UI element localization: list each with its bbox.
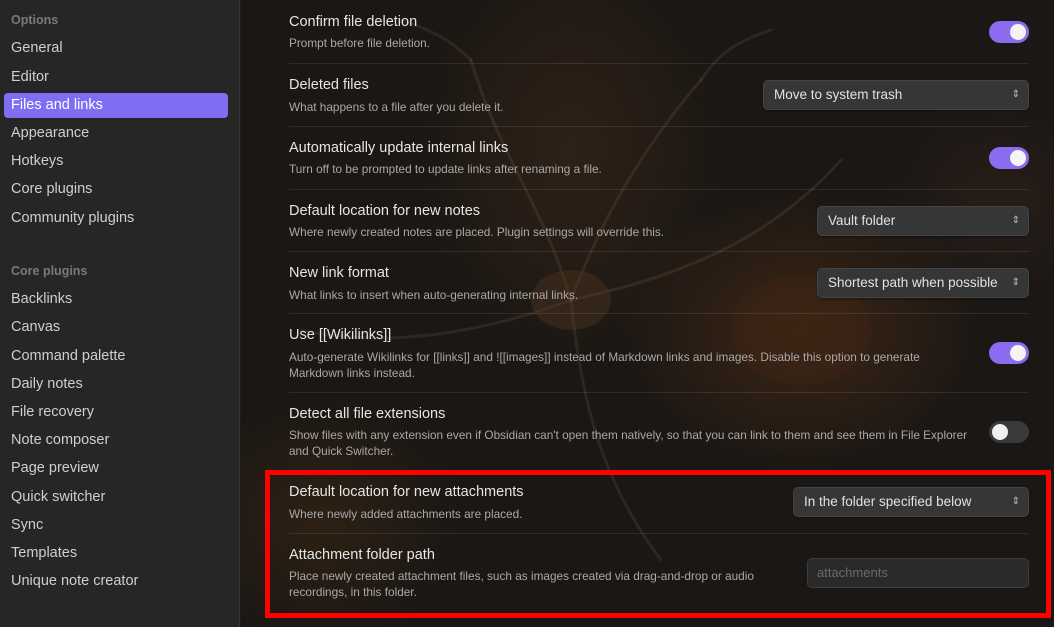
- attachments-location-dropdown[interactable]: In the folder specified below ⇕: [793, 487, 1029, 517]
- setting-detect-extensions: Detect all file extensions Show files wi…: [289, 392, 1029, 471]
- chevron-up-down-icon: ⇕: [1011, 215, 1020, 226]
- detect-extensions-toggle[interactable]: [989, 421, 1029, 443]
- setting-description: What links to insert when auto-generatin…: [289, 288, 579, 302]
- sidebar-item-file-recovery[interactable]: File recovery: [4, 400, 228, 425]
- chevron-up-down-icon: ⇕: [1011, 89, 1020, 100]
- setting-description: Place newly created attachment files, su…: [289, 569, 754, 599]
- setting-attachments-location: Default location for new attachments Whe…: [289, 471, 1029, 533]
- sidebar-item-quick-switcher[interactable]: Quick switcher: [4, 485, 228, 510]
- wikilinks-toggle[interactable]: [989, 342, 1029, 364]
- setting-confirm-file-deletion: Confirm file deletion Prompt before file…: [289, 0, 1029, 63]
- setting-description: Show files with any extension even if Ob…: [289, 428, 968, 458]
- setting-name: Deleted files: [289, 77, 369, 93]
- sidebar-item-community-plugins[interactable]: Community plugins: [4, 206, 228, 231]
- setting-name: Automatically update internal links: [289, 140, 509, 156]
- setting-description: Prompt before file deletion.: [289, 36, 430, 50]
- confirm-deletion-toggle[interactable]: [989, 21, 1029, 43]
- toggle-knob: [1010, 150, 1026, 166]
- setting-name: Confirm file deletion: [289, 14, 418, 30]
- toggle-knob: [1010, 345, 1026, 361]
- setting-description: Turn off to be prompted to update links …: [289, 162, 602, 176]
- toggle-knob: [992, 424, 1008, 440]
- setting-name: Detect all file extensions: [289, 406, 446, 422]
- sidebar-item-note-composer[interactable]: Note composer: [4, 428, 228, 453]
- settings-sidebar: Options General Editor Files and links A…: [0, 0, 240, 627]
- sidebar-item-canvas[interactable]: Canvas: [4, 315, 228, 340]
- dropdown-value: In the folder specified below: [804, 494, 972, 509]
- setting-name: Default location for new attachments: [289, 484, 524, 500]
- attachment-folder-input[interactable]: attachments: [807, 558, 1029, 588]
- setting-description: Where newly created notes are placed. Pl…: [289, 225, 665, 239]
- sidebar-item-hotkeys[interactable]: Hotkeys: [4, 149, 228, 174]
- new-notes-location-dropdown[interactable]: Vault folder ⇕: [817, 206, 1029, 236]
- setting-name: New link format: [289, 265, 389, 281]
- setting-description: Auto-generate Wikilinks for [[links]] an…: [289, 350, 920, 380]
- options-heading: Options: [11, 13, 59, 27]
- link-format-dropdown[interactable]: Shortest path when possible ⇕: [817, 268, 1029, 298]
- sidebar-item-daily-notes[interactable]: Daily notes: [4, 372, 228, 397]
- sidebar-item-files-and-links[interactable]: Files and links: [4, 93, 228, 118]
- sidebar-item-core-plugins[interactable]: Core plugins: [4, 177, 228, 202]
- setting-auto-update-links: Automatically update internal links Turn…: [289, 126, 1029, 189]
- setting-name: Attachment folder path: [289, 547, 435, 563]
- auto-update-links-toggle[interactable]: [989, 147, 1029, 169]
- setting-attachment-folder-path: Attachment folder path Place newly creat…: [289, 533, 1029, 613]
- setting-new-link-format: New link format What links to insert whe…: [289, 251, 1029, 313]
- sidebar-item-editor[interactable]: Editor: [4, 65, 228, 90]
- sidebar-item-sync[interactable]: Sync: [4, 513, 228, 538]
- sidebar-item-unique-note-creator[interactable]: Unique note creator: [4, 569, 228, 594]
- toggle-knob: [1010, 24, 1026, 40]
- setting-deleted-files: Deleted files What happens to a file aft…: [289, 63, 1029, 126]
- sidebar-item-backlinks[interactable]: Backlinks: [4, 287, 228, 312]
- setting-description: Where newly added attachments are placed…: [289, 507, 523, 521]
- dropdown-value: Vault folder: [828, 213, 896, 228]
- core-plugins-heading: Core plugins: [11, 264, 88, 278]
- setting-description: What happens to a file after you delete …: [289, 100, 504, 114]
- sidebar-item-general[interactable]: General: [4, 36, 228, 61]
- chevron-up-down-icon: ⇕: [1011, 277, 1020, 288]
- sidebar-item-templates[interactable]: Templates: [4, 541, 228, 566]
- dropdown-value: Move to system trash: [774, 87, 903, 102]
- deleted-files-dropdown[interactable]: Move to system trash ⇕: [763, 80, 1029, 110]
- setting-name: Default location for new notes: [289, 203, 481, 219]
- sidebar-item-command-palette[interactable]: Command palette: [4, 344, 228, 369]
- settings-content: Confirm file deletion Prompt before file…: [241, 0, 1054, 627]
- setting-name: Use [[Wikilinks]]: [289, 327, 392, 343]
- setting-new-notes-location: Default location for new notes Where new…: [289, 189, 1029, 251]
- setting-use-wikilinks: Use [[Wikilinks]] Auto-generate Wikilink…: [289, 313, 1029, 392]
- chevron-up-down-icon: ⇕: [1011, 496, 1020, 507]
- dropdown-value: Shortest path when possible: [828, 275, 998, 290]
- sidebar-item-page-preview[interactable]: Page preview: [4, 456, 228, 481]
- sidebar-item-appearance[interactable]: Appearance: [4, 121, 228, 146]
